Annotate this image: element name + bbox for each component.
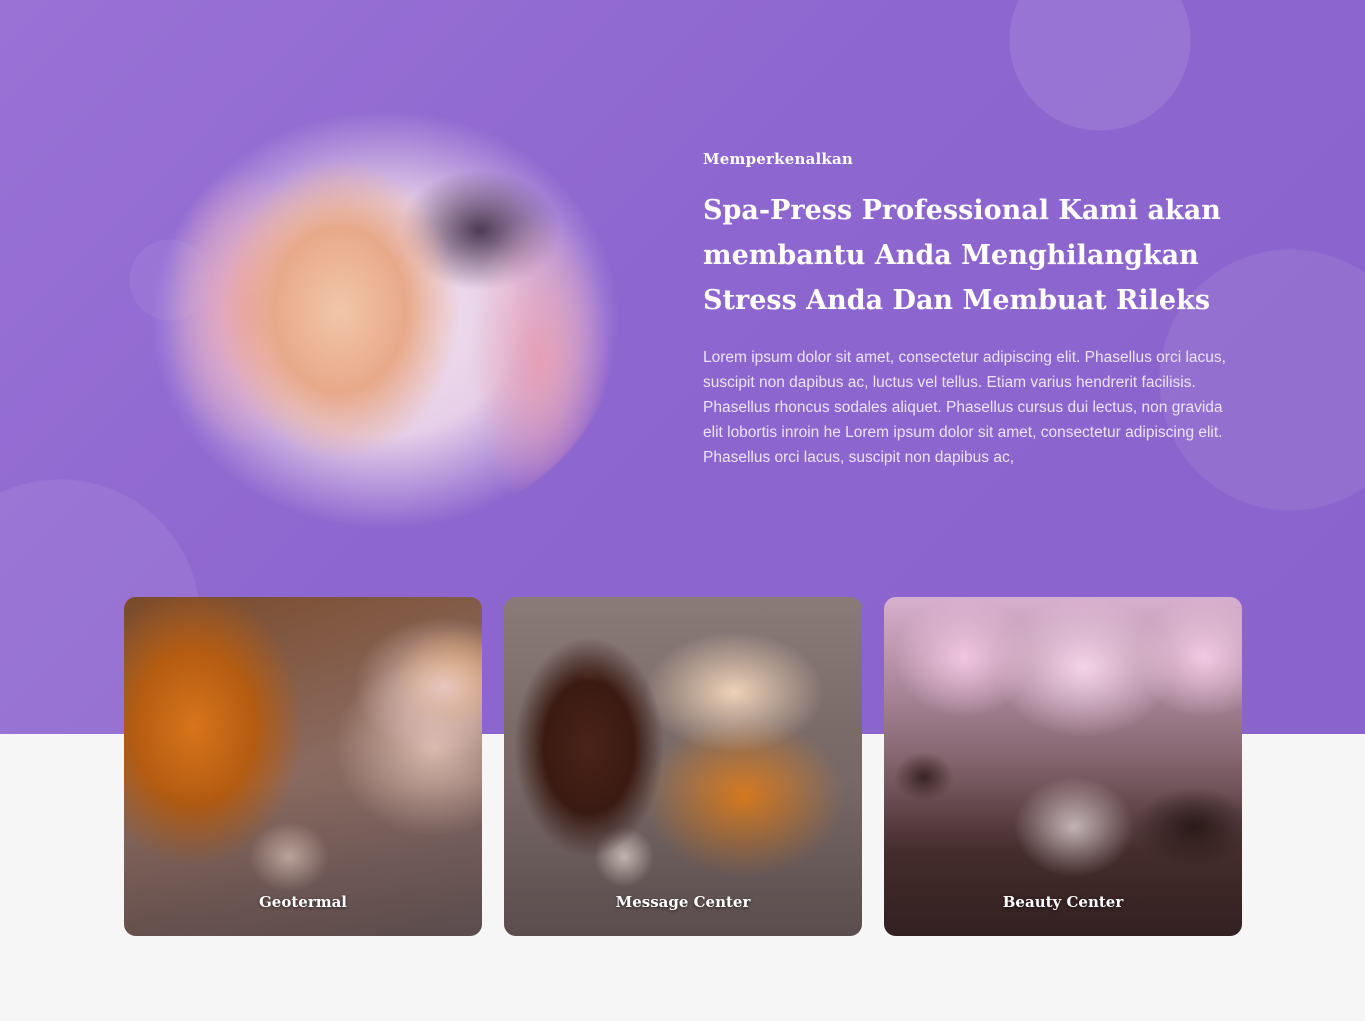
- card-image: [124, 597, 482, 936]
- intro-body: Lorem ipsum dolor sit amet, consectetur …: [703, 349, 1226, 466]
- massage-photo: [150, 110, 620, 530]
- card-image: [884, 597, 1242, 936]
- service-card-label: Message Center: [615, 893, 751, 911]
- intro-headline: Spa-Press Professional Kami akan membant…: [703, 195, 1221, 316]
- service-card-label: Geotermal: [258, 893, 348, 911]
- service-card-message-center[interactable]: Message Center: [504, 597, 862, 936]
- page: Memperkenalkan Spa-Press Professional Ka…: [0, 0, 1365, 1021]
- intro-eyebrow: Memperkenalkan: [703, 150, 854, 168]
- service-card-beauty-center[interactable]: Beauty Center: [884, 597, 1242, 936]
- service-cards: Geotermal Message Center Beauty Center: [124, 597, 1242, 936]
- card-image: [504, 597, 862, 936]
- intro-text-block: Memperkenalkan Spa-Press Professional Ka…: [703, 150, 1243, 470]
- service-card-label: Beauty Center: [1002, 893, 1124, 911]
- service-card-geotermal[interactable]: Geotermal: [124, 597, 482, 936]
